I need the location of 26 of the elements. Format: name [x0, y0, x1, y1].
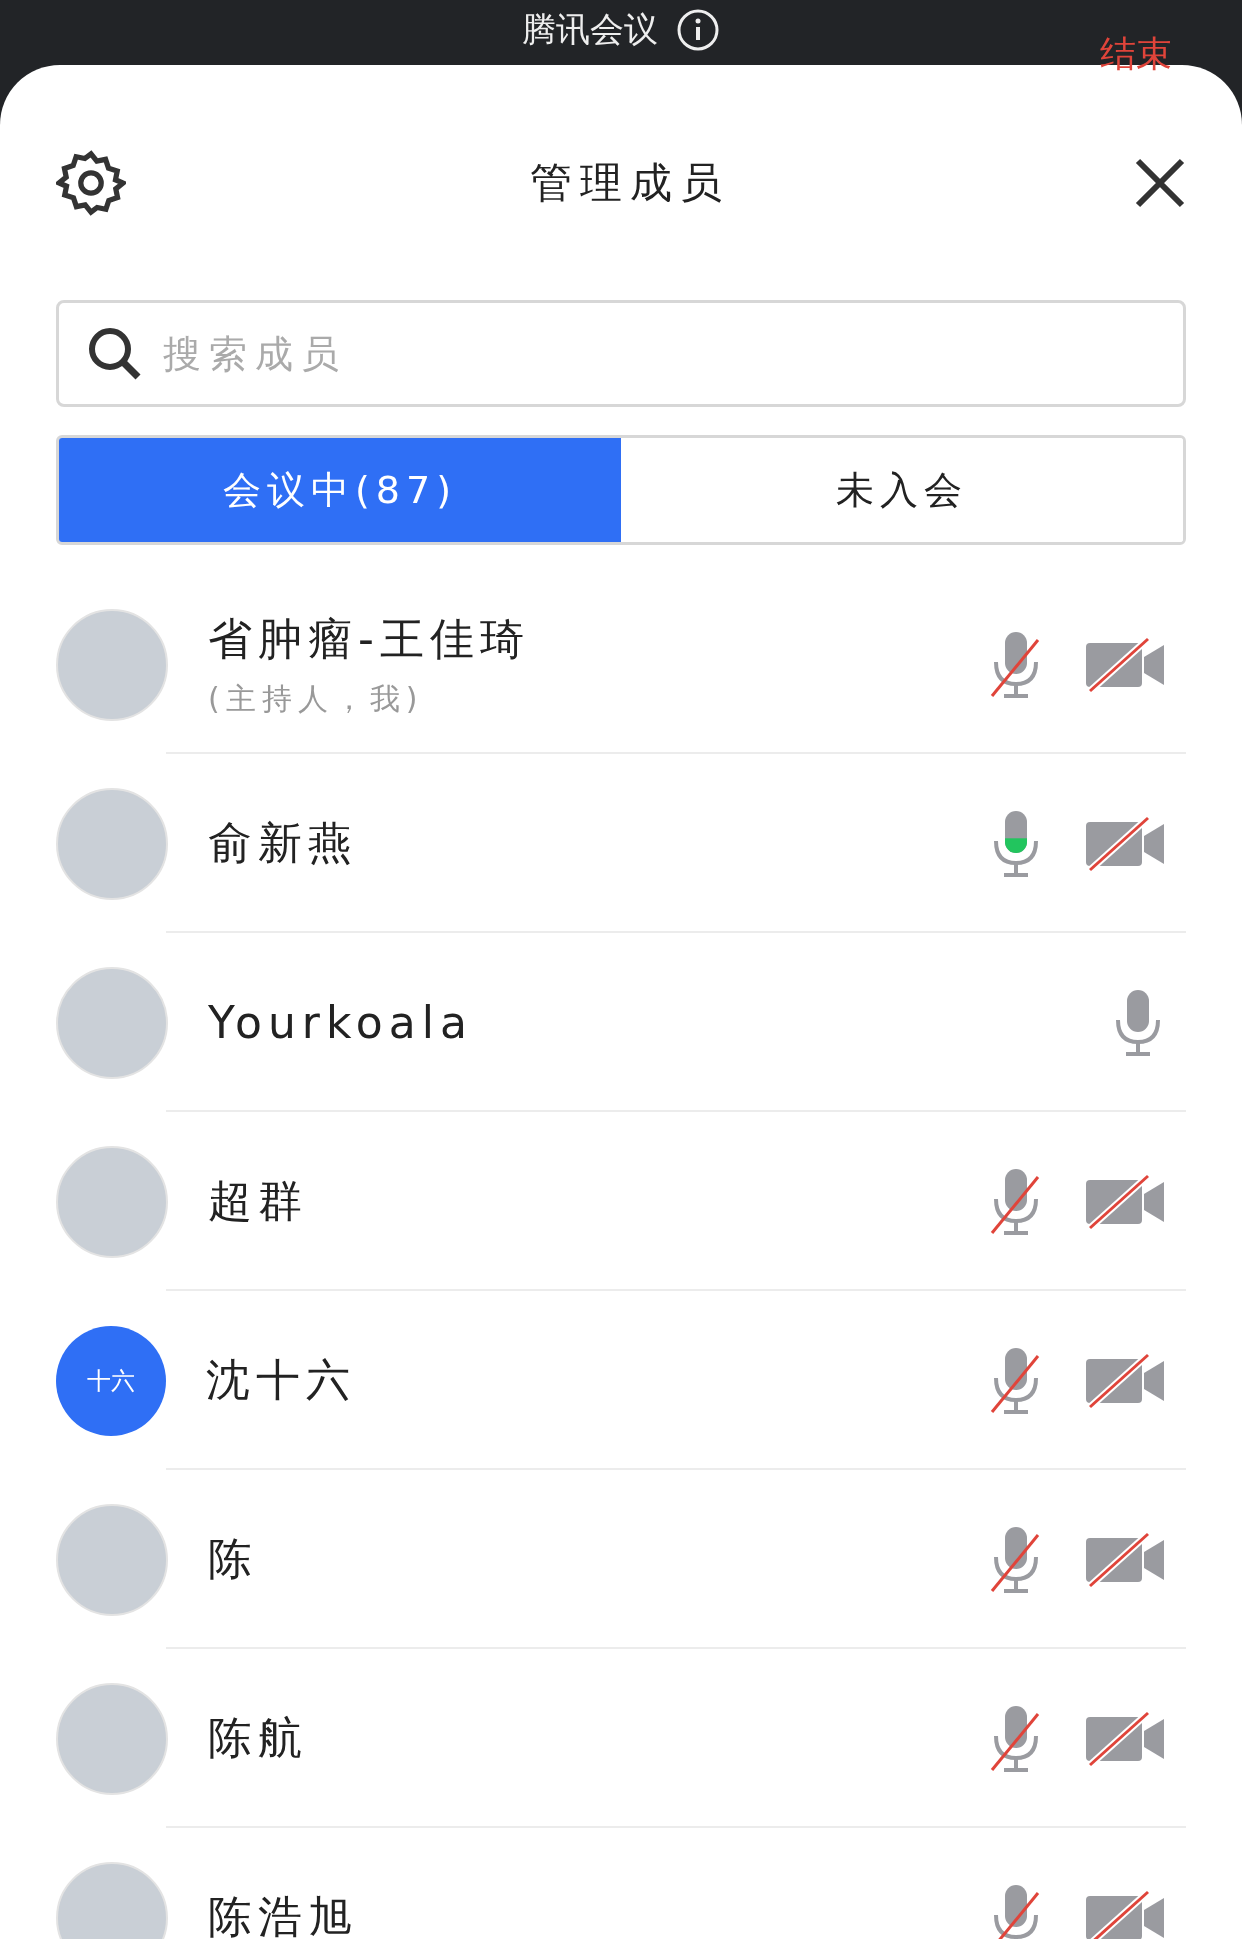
member-role: (主持人，我) — [208, 679, 425, 718]
mic-stand-icon — [994, 840, 1038, 877]
member-name: 超群 — [208, 1174, 309, 1228]
video-off-icon — [1084, 1352, 1166, 1409]
member-name: 沈十六 — [206, 1353, 357, 1407]
video-off-icon — [1084, 636, 1166, 693]
app-title: 腾讯会议 — [522, 8, 658, 51]
member-name: 俞新燕 — [208, 816, 359, 870]
video-off-icon — [1084, 1531, 1166, 1588]
initials-avatar: 十六 — [56, 1325, 166, 1436]
info-icon — [676, 8, 720, 52]
member-name: Yourkoala — [208, 997, 474, 1048]
video-off-icon — [1084, 1710, 1166, 1767]
search-field[interactable]: 搜索成员 — [56, 300, 1186, 407]
video-off-icon — [1084, 815, 1166, 872]
tab[interactable]: 会议中(87) — [59, 438, 621, 542]
search-icon — [86, 325, 142, 381]
member-name: 陈航 — [208, 1711, 309, 1765]
member-name: 省肿瘤-王佳琦 — [208, 611, 531, 666]
member-name: 陈浩旭 — [208, 1890, 359, 1939]
close-icon[interactable] — [1134, 156, 1186, 209]
settings-icon[interactable] — [56, 147, 126, 218]
member-name: 陈 — [208, 1532, 259, 1586]
video-off-icon — [1084, 1173, 1166, 1230]
dialog-title: 管理成员 — [530, 156, 730, 209]
end-button[interactable]: 结束 — [1100, 30, 1172, 79]
